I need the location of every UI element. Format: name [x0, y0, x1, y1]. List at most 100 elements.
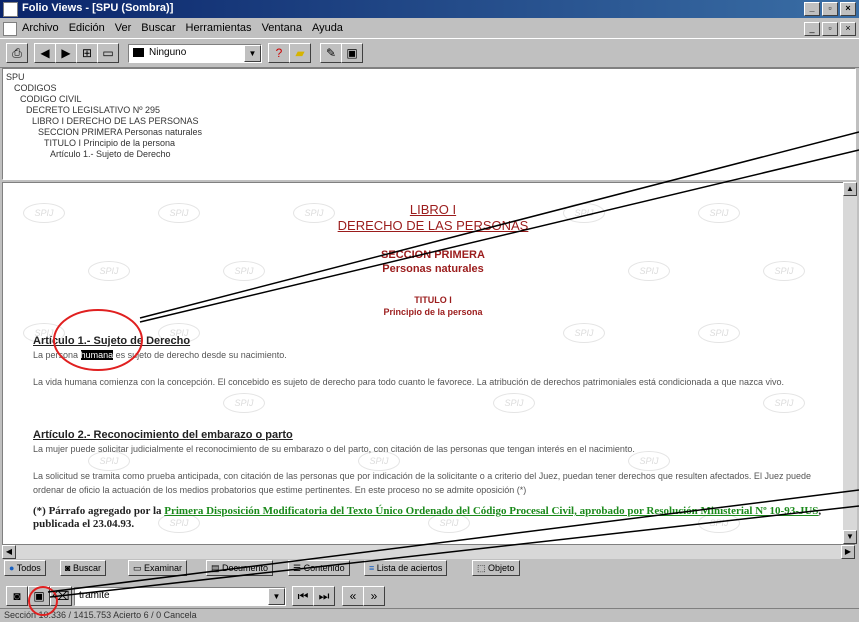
book-subtitle: DERECHO DE LAS PERSONAS — [337, 218, 529, 233]
watermark: SPIJ — [158, 203, 200, 223]
tree-icon[interactable]: ⊞ — [76, 43, 98, 63]
highlight-icon[interactable]: ▰ — [289, 43, 311, 63]
scroll-up-icon[interactable]: ▲ — [843, 182, 857, 196]
tab-documento[interactable]: ▤ Documento — [206, 560, 274, 576]
next-doc-icon[interactable]: » — [363, 586, 385, 606]
menu-bar: Archivo Edición Ver Buscar Herramientas … — [0, 19, 859, 37]
binoculars-icon: ◙ — [65, 563, 71, 573]
vertical-scrollbar[interactable]: ▲ ▼ — [843, 182, 857, 544]
article-2-paragraph-1: La mujer puede solicitar judicialmente e… — [33, 444, 635, 454]
prev-doc-icon[interactable]: « — [342, 586, 364, 606]
article-1-paragraph-1: La persona humana es sujeto de derecho d… — [33, 350, 287, 360]
watermark: SPIJ — [493, 393, 535, 413]
contents-tree: SPU CODIGOS CODIGO CIVIL DECRETO LEGISLA… — [2, 68, 856, 180]
tree-node[interactable]: SPU — [6, 72, 25, 82]
folder-icon: ▭ — [133, 563, 142, 573]
tree-node[interactable]: CODIGO CIVIL — [20, 94, 82, 104]
globe-icon: ● — [9, 563, 15, 573]
chevron-down-icon[interactable]: ▼ — [268, 588, 285, 605]
tab-contenido[interactable]: ☰ Contenido — [288, 560, 350, 576]
watermark: SPIJ — [763, 261, 805, 281]
watermark: SPIJ — [223, 261, 265, 281]
minimize-button[interactable]: _ — [804, 2, 820, 16]
tree-node[interactable]: CODIGOS — [14, 83, 57, 93]
scroll-right-icon[interactable]: ▶ — [841, 545, 855, 559]
chevron-down-icon[interactable]: ▼ — [244, 45, 261, 62]
note-icon[interactable]: ✎ — [320, 43, 342, 63]
title-bar: Folio Views - [SPU (Sombra)] _ ▫ × — [0, 0, 859, 18]
section-subtitle: Personas naturales — [382, 263, 484, 275]
clear-search-icon[interactable]: ⌫ — [50, 586, 72, 606]
tree-node[interactable]: SECCION PRIMERA Personas naturales — [38, 127, 202, 137]
document-tab-icon: ▤ — [211, 563, 220, 573]
first-hit-icon[interactable]: ⏮ — [292, 586, 314, 606]
article-1-heading[interactable]: Artículo 1.- Sujeto de Derecho — [33, 335, 190, 347]
print-icon[interactable]: ⎙ — [6, 43, 28, 63]
tab-lista-aciertos[interactable]: ≡ Lista de aciertos — [364, 560, 448, 576]
restore-button[interactable]: ▫ — [822, 2, 838, 16]
object-icon: ⬚ — [477, 563, 486, 573]
search-hit[interactable]: humana — [80, 350, 114, 360]
document-pane: SPIJ SPIJ SPIJ SPIJ SPIJ SPIJ SPIJ SPIJ … — [2, 182, 844, 546]
window-title: Folio Views - [SPU (Sombra)] — [22, 2, 174, 14]
article-2-paragraph-2: La solicitud se tramita como prueba anti… — [33, 471, 811, 495]
close-button[interactable]: × — [840, 2, 856, 16]
status-bar: Sección 10.336 / 1415.753 Acierto 6 / 0 … — [0, 608, 859, 622]
article-1-paragraph-2: La vida humana comienza con la concepció… — [33, 377, 784, 387]
tab-examinar[interactable]: ▭ Examinar — [128, 560, 188, 576]
doc-minimize-button[interactable]: _ — [804, 22, 820, 36]
help-icon[interactable]: ? — [268, 43, 290, 63]
section-title: SECCION PRIMERA — [381, 249, 485, 261]
search-bar: ◙ ▣ ⌫ tramite ▼ ⏮ ⏭ « » — [0, 579, 859, 607]
article-2-heading[interactable]: Artículo 2.- Reconocimiento del embarazo… — [33, 429, 293, 441]
menu-ayuda[interactable]: Ayuda — [312, 22, 343, 34]
watermark: SPIJ — [23, 203, 65, 223]
search-input[interactable]: tramite ▼ — [74, 587, 286, 606]
modification-note: (*) Párrafo agregado por la Primera Disp… — [33, 505, 822, 530]
menu-ventana[interactable]: Ventana — [262, 22, 302, 34]
watermark: SPIJ — [628, 261, 670, 281]
book-title: LIBRO I — [409, 202, 457, 217]
modification-link[interactable]: Primera Disposición Modificatoria del Te… — [164, 505, 818, 517]
watermark: SPIJ — [698, 323, 740, 343]
menu-buscar[interactable]: Buscar — [141, 22, 175, 34]
next-hit-icon[interactable]: ⏭ — [313, 586, 335, 606]
app-icon[interactable] — [3, 2, 18, 17]
titulo-subtitle: Principio de la persona — [383, 307, 483, 317]
tab-buscar[interactable]: ◙ Buscar — [60, 560, 106, 576]
watermark: SPIJ — [223, 393, 265, 413]
tab-objeto[interactable]: ⬚ Objeto — [472, 560, 520, 576]
tree-node[interactable]: Artículo 1.- Sujeto de Derecho — [50, 149, 171, 159]
watermark: SPIJ — [563, 323, 605, 343]
toolbar: ⎙ ◀ ▶ ⊞ ▭ Ninguno ▼ ? ▰ ✎ ▣ — [0, 38, 859, 68]
stamp-icon[interactable]: ▣ — [341, 43, 363, 63]
query-icon[interactable]: ▣ — [28, 586, 50, 606]
titulo: TITULO I — [414, 295, 452, 305]
back-arrow-icon[interactable]: ◀ — [34, 43, 56, 63]
search-icon[interactable]: ◙ — [6, 586, 28, 606]
contents-icon: ☰ — [293, 563, 302, 573]
menu-ver[interactable]: Ver — [115, 22, 132, 34]
menu-herramientas[interactable]: Herramientas — [186, 22, 252, 34]
watermark: SPIJ — [698, 203, 740, 223]
tab-todos[interactable]: ● Todos — [4, 560, 46, 576]
tree-node[interactable]: TITULO I Principio de la persona — [44, 138, 175, 148]
tree-node[interactable]: LIBRO I DERECHO DE LAS PERSONAS — [32, 116, 199, 126]
view-tabs: ● Todos ◙ Buscar ▭ Examinar ▤ Documento … — [2, 560, 857, 577]
horizontal-scrollbar[interactable]: ◀ ▶ — [2, 544, 855, 559]
list-icon: ≡ — [369, 563, 375, 573]
window-icon[interactable]: ▭ — [97, 43, 119, 63]
watermark: SPIJ — [88, 261, 130, 281]
scroll-left-icon[interactable]: ◀ — [2, 545, 16, 559]
watermark: SPIJ — [763, 393, 805, 413]
doc-restore-button[interactable]: ▫ — [822, 22, 838, 36]
tree-node[interactable]: DECRETO LEGISLATIVO Nº 295 — [26, 105, 160, 115]
doc-close-button[interactable]: × — [840, 22, 856, 36]
scroll-down-icon[interactable]: ▼ — [843, 530, 857, 544]
menu-edicion[interactable]: Edición — [69, 22, 105, 34]
view-combo[interactable]: Ninguno ▼ — [128, 44, 262, 63]
forward-arrow-icon[interactable]: ▶ — [55, 43, 77, 63]
document-icon[interactable] — [3, 22, 17, 36]
pen-icon — [133, 48, 144, 57]
menu-archivo[interactable]: Archivo — [22, 22, 59, 34]
